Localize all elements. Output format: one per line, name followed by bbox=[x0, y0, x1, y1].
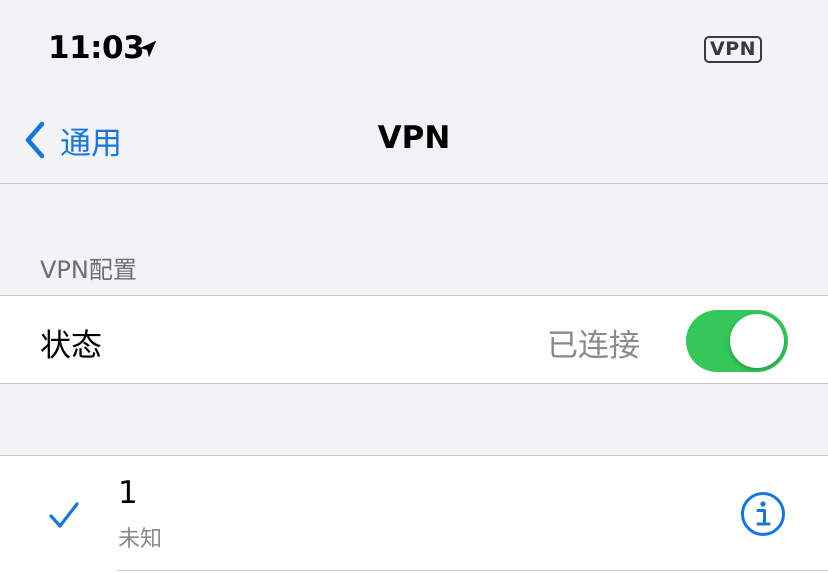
status-row: 状态 已连接 bbox=[0, 295, 828, 384]
toggle-knob bbox=[730, 314, 784, 368]
vpn-status-indicator: VPN bbox=[704, 36, 763, 63]
status-value: 已连接 bbox=[547, 328, 640, 364]
row-divider bbox=[118, 570, 828, 571]
vpn-toggle[interactable] bbox=[686, 310, 788, 372]
navigation-bar: 通用 VPN bbox=[0, 96, 828, 184]
vpn-config-row[interactable] bbox=[0, 455, 828, 573]
section-header-vpn-config: VPN配置 bbox=[40, 256, 137, 284]
vpn-settings-screen: 11:03 VPN 通用 VPN VPN配置 状态 已连接 1 未知 bbox=[0, 0, 828, 573]
page-title: VPN bbox=[377, 120, 451, 156]
status-bar: 11:03 VPN bbox=[0, 0, 828, 96]
status-label: 状态 bbox=[40, 328, 102, 364]
info-circle-icon[interactable] bbox=[740, 491, 786, 537]
status-time: 11:03 bbox=[48, 30, 145, 66]
vpn-config-subtitle: 未知 bbox=[118, 527, 163, 552]
checkmark-icon bbox=[49, 502, 79, 528]
vpn-config-name: 1 bbox=[118, 475, 138, 511]
location-arrow-icon bbox=[139, 40, 157, 58]
